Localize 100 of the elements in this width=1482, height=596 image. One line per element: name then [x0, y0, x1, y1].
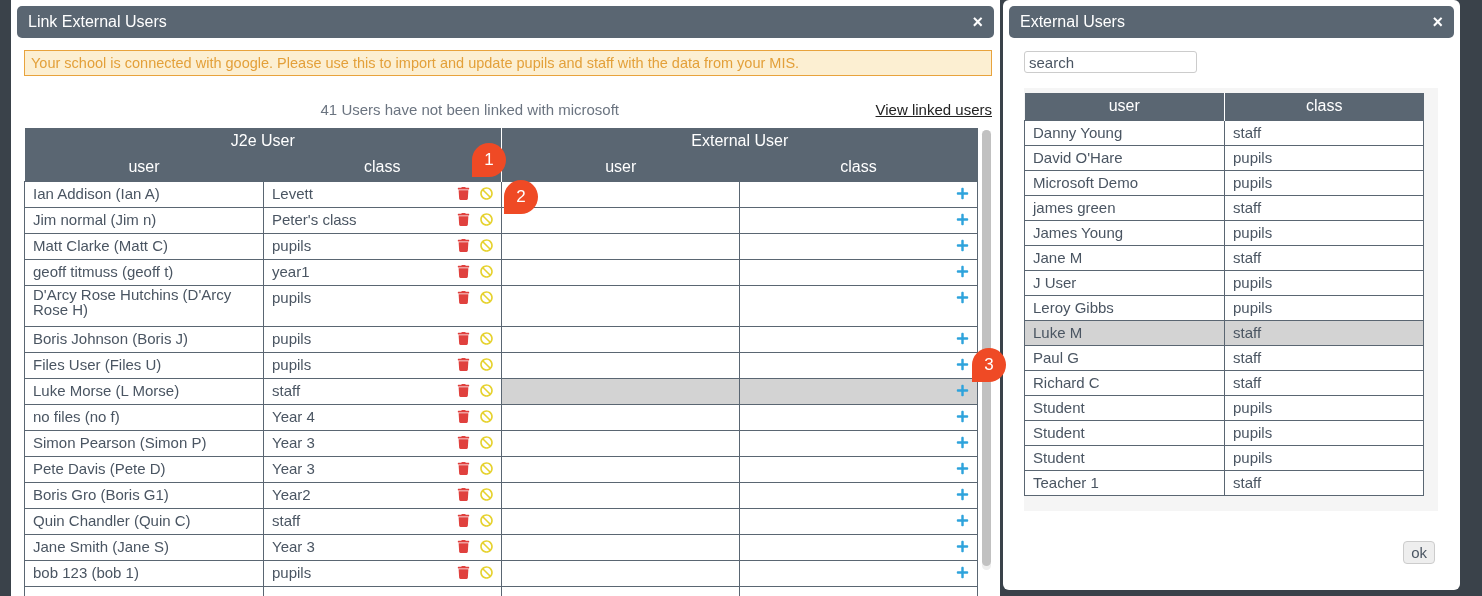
plus-icon[interactable] — [956, 487, 969, 501]
plus-icon[interactable] — [956, 186, 969, 200]
ban-icon[interactable] — [480, 264, 493, 278]
ban-icon[interactable] — [480, 487, 493, 501]
unlinked-summary: 41 Users have not been linked with microsoft — [319, 100, 620, 118]
table-cell[interactable]: pupils — [1224, 270, 1424, 295]
notice-banner: Your school is connected with google. Please use this to import and update pupils and staff with the data from your MIS. — [24, 50, 992, 76]
ban-icon[interactable] — [480, 238, 493, 252]
table-cell[interactable]: Danny Young — [1024, 120, 1225, 145]
table-cell: geoff titmuss (geoff t) — [24, 259, 264, 285]
table-cell: Files User (Files U) — [24, 352, 264, 378]
trash-icon[interactable] — [457, 290, 470, 304]
table-cell[interactable]: james green — [1024, 195, 1225, 220]
table-cell[interactable]: Jane M — [1024, 245, 1225, 270]
column-header: user — [24, 154, 264, 181]
table-cell: Boris Gro (Boris G1) — [24, 482, 264, 508]
table-cell[interactable]: Paul G — [1024, 345, 1225, 370]
column-header: class — [1224, 93, 1424, 120]
table-cell[interactable]: staff — [1224, 470, 1424, 495]
table-cell[interactable]: J User — [1024, 270, 1225, 295]
group-header: External User — [501, 128, 978, 154]
table-cell[interactable]: Leroy Gibbs — [1024, 295, 1225, 320]
trash-icon[interactable] — [457, 487, 470, 501]
trash-icon[interactable] — [457, 212, 470, 226]
plus-icon[interactable] — [956, 435, 969, 449]
plus-icon[interactable] — [956, 238, 969, 252]
plus-icon[interactable] — [956, 539, 969, 553]
plus-icon[interactable] — [956, 290, 969, 304]
trash-icon[interactable] — [457, 435, 470, 449]
ban-icon[interactable] — [480, 186, 493, 200]
trash-icon[interactable] — [457, 461, 470, 475]
table-cell[interactable]: Student — [1024, 420, 1225, 445]
trash-icon[interactable] — [457, 409, 470, 423]
ok-button[interactable]: ok — [1403, 540, 1435, 564]
table-cell[interactable]: Teacher 1 — [1024, 470, 1225, 495]
table-cell[interactable]: pupils — [1224, 220, 1424, 245]
search-field[interactable]: search — [1024, 51, 1197, 73]
table-cell[interactable]: Richard C — [1024, 370, 1225, 395]
table-cell[interactable]: Microsoft Demo — [1024, 170, 1225, 195]
close-button[interactable]: × — [1429, 13, 1446, 31]
table-cell[interactable]: staff — [1224, 370, 1424, 395]
plus-icon[interactable] — [956, 383, 969, 397]
trash-icon[interactable] — [457, 186, 470, 200]
table-cell: Simon Pearson (Simon P) — [24, 430, 264, 456]
table-cell[interactable]: Student — [1024, 395, 1225, 420]
table-cell[interactable]: staff — [1224, 320, 1424, 345]
table-cell[interactable]: pupils — [1224, 420, 1424, 445]
trash-icon[interactable] — [457, 539, 470, 553]
trash-icon[interactable] — [457, 238, 470, 252]
table-cell[interactable]: staff — [1224, 245, 1424, 270]
ban-icon[interactable] — [480, 513, 493, 527]
plus-icon[interactable] — [956, 565, 969, 579]
ban-icon[interactable] — [480, 409, 493, 423]
table-cell[interactable]: David O'Hare — [1024, 145, 1225, 170]
table-cell[interactable]: staff — [1224, 345, 1424, 370]
table-cell: Jane Smith (Jane S) — [24, 534, 264, 560]
dialog-title: External Users — [1020, 13, 1125, 31]
table-cell[interactable]: staff — [1224, 195, 1424, 220]
table-cell[interactable]: Student — [1024, 445, 1225, 470]
table-cell[interactable]: staff — [1224, 120, 1424, 145]
ban-icon[interactable] — [480, 331, 493, 345]
table-cell[interactable]: pupils — [1224, 145, 1424, 170]
table-cell[interactable]: pupils — [1224, 170, 1424, 195]
table-cell: no files (no f) — [24, 404, 264, 430]
column-header: user — [1024, 93, 1225, 120]
plus-icon[interactable] — [956, 461, 969, 475]
ban-icon[interactable] — [480, 565, 493, 579]
trash-icon[interactable] — [457, 513, 470, 527]
trash-icon[interactable] — [457, 264, 470, 278]
trash-icon[interactable] — [457, 565, 470, 579]
close-button[interactable]: × — [969, 13, 986, 31]
table-cell-text: pupils — [272, 328, 312, 349]
column-header: class — [739, 154, 978, 181]
table-cell[interactable]: pupils — [1224, 395, 1424, 420]
trash-icon[interactable] — [457, 383, 470, 397]
scrollbar[interactable] — [982, 130, 991, 570]
plus-icon[interactable] — [956, 513, 969, 527]
table-cell[interactable]: Luke M — [1024, 320, 1225, 345]
table-cell: Matt Clarke (Matt C) — [24, 233, 264, 259]
table-cell[interactable]: pupils — [1224, 445, 1424, 470]
plus-icon[interactable] — [956, 409, 969, 423]
plus-icon[interactable] — [956, 212, 969, 226]
ban-icon[interactable] — [480, 212, 493, 226]
table-cell[interactable]: James Young — [1024, 220, 1225, 245]
table-cell-text: Peter's class — [272, 209, 357, 230]
view-linked-link[interactable]: View linked users — [875, 100, 992, 118]
ban-icon[interactable] — [480, 383, 493, 397]
plus-icon[interactable] — [956, 357, 969, 371]
trash-icon[interactable] — [457, 331, 470, 345]
ban-icon[interactable] — [480, 357, 493, 371]
ban-icon[interactable] — [480, 435, 493, 449]
ban-icon[interactable] — [480, 290, 493, 304]
table-cell-text: staff — [272, 380, 301, 401]
ban-icon[interactable] — [480, 461, 493, 475]
plus-icon[interactable] — [956, 264, 969, 278]
trash-icon[interactable] — [457, 357, 470, 371]
ban-icon[interactable] — [480, 539, 493, 553]
plus-icon[interactable] — [956, 331, 969, 345]
table-cell[interactable]: pupils — [1224, 295, 1424, 320]
table-cell-text: pupils — [272, 562, 312, 583]
